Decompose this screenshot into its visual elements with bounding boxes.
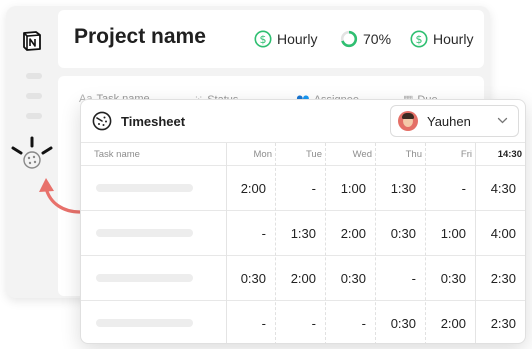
time-cell-thu[interactable]: 0:30 bbox=[375, 211, 416, 255]
metric-hourly: $ Hourly bbox=[254, 30, 317, 48]
time-cell-thu[interactable]: - bbox=[375, 256, 416, 300]
timesheet-panel: Timesheet Yauhen Task name Mon Tue Wed Thu Fr… bbox=[80, 99, 526, 344]
column-divider bbox=[226, 143, 227, 343]
timesheet-title: Timesheet bbox=[121, 114, 186, 129]
timesheet-grid: Task name Mon Tue Wed Thu Fri 14:30 2:00-1:00 1… bbox=[81, 143, 525, 343]
task-name-placeholder bbox=[96, 229, 193, 237]
total-cell: 4:30 bbox=[490, 180, 516, 196]
column-header-mon: Mon bbox=[253, 149, 272, 160]
timer-icon bbox=[92, 111, 112, 131]
time-cell-tue[interactable]: 2:00 bbox=[275, 256, 316, 300]
time-cell-fri[interactable]: 2:00 bbox=[425, 301, 466, 343]
column-header-wed: Wed bbox=[352, 149, 372, 160]
table-row[interactable]: - - -0:30 2:00 2:30 bbox=[81, 301, 525, 343]
total-cell: 2:30 bbox=[490, 270, 516, 286]
task-name-placeholder bbox=[96, 319, 193, 327]
pointer-arrow-icon bbox=[39, 178, 82, 214]
time-cell-mon[interactable]: 2:00 bbox=[226, 166, 266, 210]
avatar bbox=[398, 111, 418, 131]
column-header-task-name: Task name bbox=[94, 149, 140, 160]
column-header-thu: Thu bbox=[405, 149, 422, 160]
time-cell-wed[interactable]: 2:00 bbox=[325, 211, 366, 255]
timesheet-grid-header: Task name Mon Tue Wed Thu Fri 14:30 bbox=[81, 143, 525, 166]
column-header-fri: Fri bbox=[460, 149, 472, 160]
sidebar-item[interactable] bbox=[26, 113, 42, 119]
time-cell-fri[interactable]: 1:00 bbox=[425, 211, 466, 255]
time-cell-tue[interactable]: - bbox=[275, 166, 316, 210]
table-row[interactable]: 0:30 2:00 0:30-0:30 2:30 bbox=[81, 256, 525, 301]
time-cell-mon[interactable]: 0:30 bbox=[226, 256, 266, 300]
metric-hourly-2: $ Hourly bbox=[410, 30, 473, 48]
column-divider bbox=[275, 143, 276, 343]
column-divider bbox=[375, 143, 376, 343]
time-cell-mon[interactable]: - bbox=[226, 301, 266, 343]
sidebar-item[interactable] bbox=[26, 73, 42, 79]
progress-ring-icon bbox=[340, 30, 358, 48]
column-header-tue: Tue bbox=[305, 149, 322, 160]
metric-progress: 70% bbox=[340, 30, 391, 48]
time-cell-fri[interactable]: 0:30 bbox=[425, 256, 466, 300]
column-header-total: 14:30 bbox=[497, 149, 522, 160]
notion-logo-icon bbox=[23, 31, 41, 51]
user-selector-dropdown[interactable]: Yauhen bbox=[390, 105, 519, 137]
time-cell-thu[interactable]: 1:30 bbox=[375, 166, 416, 210]
page-title: Project name bbox=[74, 25, 206, 48]
svg-text:$: $ bbox=[260, 33, 267, 46]
time-cell-fri[interactable]: - bbox=[425, 166, 466, 210]
column-divider bbox=[475, 143, 476, 343]
dollar-icon: $ bbox=[254, 30, 272, 48]
column-divider bbox=[325, 143, 326, 343]
total-cell: 2:30 bbox=[490, 315, 516, 331]
dollar-icon: $ bbox=[410, 30, 428, 48]
time-cell-mon[interactable]: - bbox=[226, 211, 266, 255]
project-header: Project name $ Hourly 70% $ Hourly bbox=[58, 10, 484, 68]
time-cell-thu[interactable]: 0:30 bbox=[375, 301, 416, 343]
time-cell-tue[interactable]: - bbox=[275, 301, 316, 343]
svg-text:$: $ bbox=[416, 33, 423, 46]
table-row[interactable]: 2:00-1:00 1:30-4:30 bbox=[81, 166, 525, 211]
column-divider bbox=[425, 143, 426, 343]
timesheet-header: Timesheet Yauhen bbox=[81, 100, 525, 143]
time-cell-wed[interactable]: - bbox=[325, 301, 366, 343]
task-name-placeholder bbox=[96, 184, 193, 192]
user-name: Yauhen bbox=[427, 113, 471, 129]
table-row[interactable]: -1:30 2:00 0:30 1:00 4:00 bbox=[81, 211, 525, 256]
task-name-placeholder bbox=[96, 274, 193, 282]
time-cell-wed[interactable]: 1:00 bbox=[325, 166, 366, 210]
time-cell-tue[interactable]: 1:30 bbox=[275, 211, 316, 255]
total-cell: 4:00 bbox=[490, 225, 516, 241]
chevron-down-icon bbox=[497, 117, 508, 124]
time-cell-wed[interactable]: 0:30 bbox=[325, 256, 366, 300]
sidebar-item[interactable] bbox=[26, 93, 42, 99]
